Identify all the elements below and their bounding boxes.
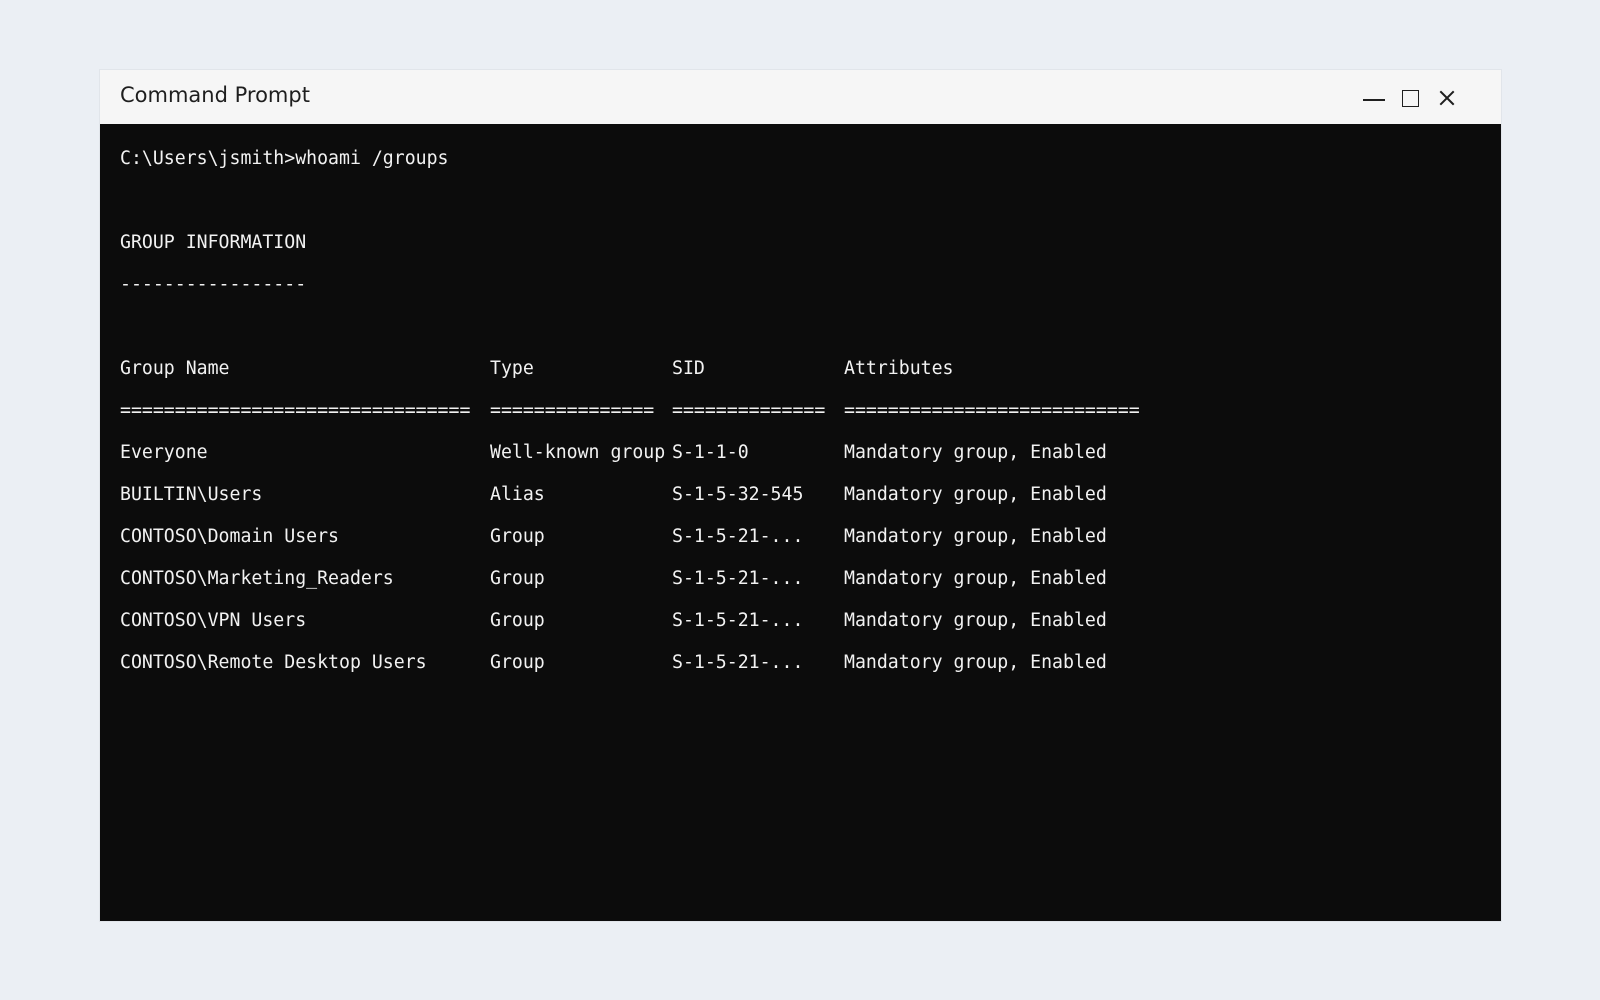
row-4-group-name: CONTOSO\Marketing_Readers: [120, 568, 394, 589]
separator-sid: ==============: [672, 400, 826, 421]
row-6-attributes: Mandatory group, Enabled: [844, 652, 1107, 673]
separator-type: ===============: [490, 400, 655, 421]
row-2-sid: S-1-5-32-545: [672, 484, 804, 505]
minimize-button[interactable]: [1355, 70, 1391, 124]
row-5-attributes: Mandatory group, Enabled: [844, 610, 1107, 631]
row-6-type: Group: [490, 652, 545, 673]
header-sid: SID: [672, 358, 705, 379]
maximize-icon: [1402, 90, 1419, 107]
row-3-group-name: CONTOSO\Domain Users: [120, 526, 339, 547]
section-rule: -----------------: [120, 274, 307, 295]
header-group-name: Group Name: [120, 358, 230, 379]
command-prompt-line: C:\Users\jsmith>whoami /groups: [120, 148, 449, 169]
row-5-group-name: CONTOSO\VPN Users: [120, 610, 307, 631]
row-2-type: Alias: [490, 484, 545, 505]
separator-attributes: ===========================: [844, 400, 1140, 421]
row-6-group-name: CONTOSO\Remote Desktop Users: [120, 652, 427, 673]
close-button[interactable]: [1429, 70, 1465, 124]
header-type: Type: [490, 358, 534, 379]
row-1-type: Well-known group: [490, 442, 666, 463]
row-3-attributes: Mandatory group, Enabled: [844, 526, 1107, 547]
header-attributes: Attributes: [844, 358, 954, 379]
close-icon: [1439, 90, 1455, 106]
row-5-sid: S-1-5-21-...: [672, 610, 804, 631]
row-6-sid: S-1-5-21-...: [672, 652, 804, 673]
row-4-attributes: Mandatory group, Enabled: [844, 568, 1107, 589]
maximize-button[interactable]: [1393, 70, 1429, 124]
row-4-type: Group: [490, 568, 545, 589]
separator-group-name: ================================: [120, 400, 471, 421]
section-title: GROUP INFORMATION: [120, 232, 307, 253]
row-2-attributes: Mandatory group, Enabled: [844, 484, 1107, 505]
row-5-type: Group: [490, 610, 545, 631]
minimize-icon: [1363, 99, 1385, 101]
row-1-group-name: Everyone: [120, 442, 208, 463]
window-title: Command Prompt: [120, 83, 310, 107]
row-2-group-name: BUILTIN\Users: [120, 484, 263, 505]
row-4-sid: S-1-5-21-...: [672, 568, 804, 589]
terminal-output[interactable]: C:\Users\jsmith>whoami /groups GROUP INF…: [100, 124, 1501, 921]
row-1-attributes: Mandatory group, Enabled: [844, 442, 1107, 463]
row-3-type: Group: [490, 526, 545, 547]
row-1-sid: S-1-1-0: [672, 442, 749, 463]
title-bar[interactable]: Command Prompt: [100, 70, 1501, 124]
command-prompt-window: Command Prompt C:\Users\jsmith>whoami /g…: [100, 70, 1501, 921]
row-3-sid: S-1-5-21-...: [672, 526, 804, 547]
